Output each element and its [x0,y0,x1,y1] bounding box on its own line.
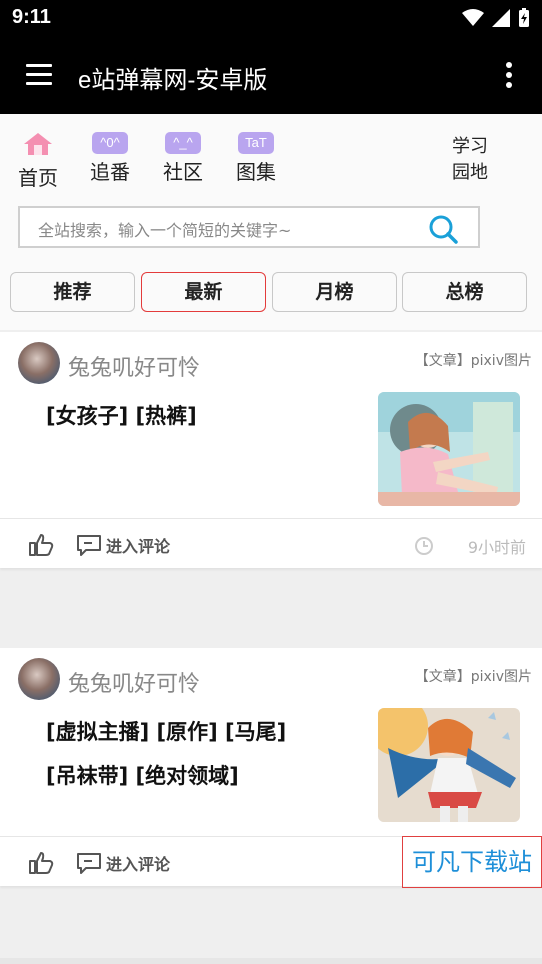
status-icons [462,8,530,28]
post-thumbnail[interactable] [378,392,520,506]
tab-monthly[interactable]: 月榜 [272,272,397,312]
nav-chase[interactable]: ^0^ 追番 [90,132,130,185]
nav-gallery[interactable]: TaT 图集 [236,132,276,185]
post-username[interactable]: 兔兔叽好可怜 [68,350,200,382]
clock-icon [415,537,433,555]
post-tags[interactable]: [虚拟主播] [原作] [马尾] [46,716,286,746]
enter-comments-button[interactable]: 进入评论 [76,533,170,557]
comment-label: 进入评论 [106,855,171,874]
tab-total[interactable]: 总榜 [402,272,527,312]
watermark-label: 可凡下载站 [402,836,542,888]
tab-recommend[interactable]: 推荐 [10,272,135,312]
avatar[interactable] [18,658,60,700]
badge-face-icon: ^0^ [92,132,128,154]
signal-icon [492,9,510,27]
badge-face-icon: TaT [238,132,274,154]
post-thumbnail[interactable] [378,708,520,822]
nav-label: 社区 [163,160,203,184]
post-time: 9小时前 [467,538,526,557]
top-nav: 首页 ^0^ 追番 ^_^ 社区 TaT 图集 学习 园地 全站搜索，输入一个简… [0,114,542,330]
wifi-icon [462,9,484,26]
nav-label: 图集 [236,160,276,184]
more-options-icon[interactable] [506,62,514,90]
avatar[interactable] [18,342,60,384]
post-username[interactable]: 兔兔叽好可怜 [68,666,200,698]
status-bar: 9:11 [0,0,542,38]
tab-latest[interactable]: 最新 [141,272,266,312]
post-category: 【文章】pixiv图片 [414,353,532,369]
post-tags[interactable]: [吊袜带] [绝对领域] [46,760,239,790]
study-line-2: 园地 [452,162,488,183]
study-line-1: 学习 [452,136,488,157]
comment-icon [77,853,101,874]
nav-study[interactable]: 学习 园地 [452,134,488,186]
menu-icon[interactable] [26,64,52,86]
nav-label: 首页 [18,166,58,190]
post-action-bar: 进入评论 9小时前 [0,518,542,568]
post-tags[interactable]: [女孩子] [热裤] [46,400,197,430]
nav-community[interactable]: ^_^ 社区 [163,132,203,185]
comment-icon [77,535,101,556]
enter-comments-button[interactable]: 进入评论 [76,851,170,875]
post-card[interactable]: 兔兔叽好可怜 【文章】pixiv图片 [女孩子] [热裤] [0,332,542,518]
comment-label: 进入评论 [106,537,171,556]
battery-icon [519,8,529,27]
badge-face-icon: ^_^ [165,132,201,154]
search-input[interactable]: 全站搜索，输入一个简短的关键字~ [18,206,480,248]
nav-home[interactable]: 首页 [18,132,58,191]
search-placeholder: 全站搜索，输入一个简短的关键字~ [38,221,292,240]
post-card[interactable]: 兔兔叽好可怜 【文章】pixiv图片 [虚拟主播] [原作] [马尾] [吊袜带… [0,648,542,836]
like-icon[interactable] [28,533,54,557]
app-bar: e站弹幕网-安卓版 [0,38,542,114]
status-time: 9:11 [12,6,51,28]
sort-tabs: 推荐 最新 月榜 总榜 [10,272,530,312]
home-icon [24,133,52,155]
nav-label: 追番 [90,160,130,184]
post-category: 【文章】pixiv图片 [414,669,532,685]
bottom-gesture-area [0,958,542,964]
search-icon[interactable] [428,214,458,244]
like-icon[interactable] [28,851,54,875]
app-title: e站弹幕网-安卓版 [78,67,268,94]
